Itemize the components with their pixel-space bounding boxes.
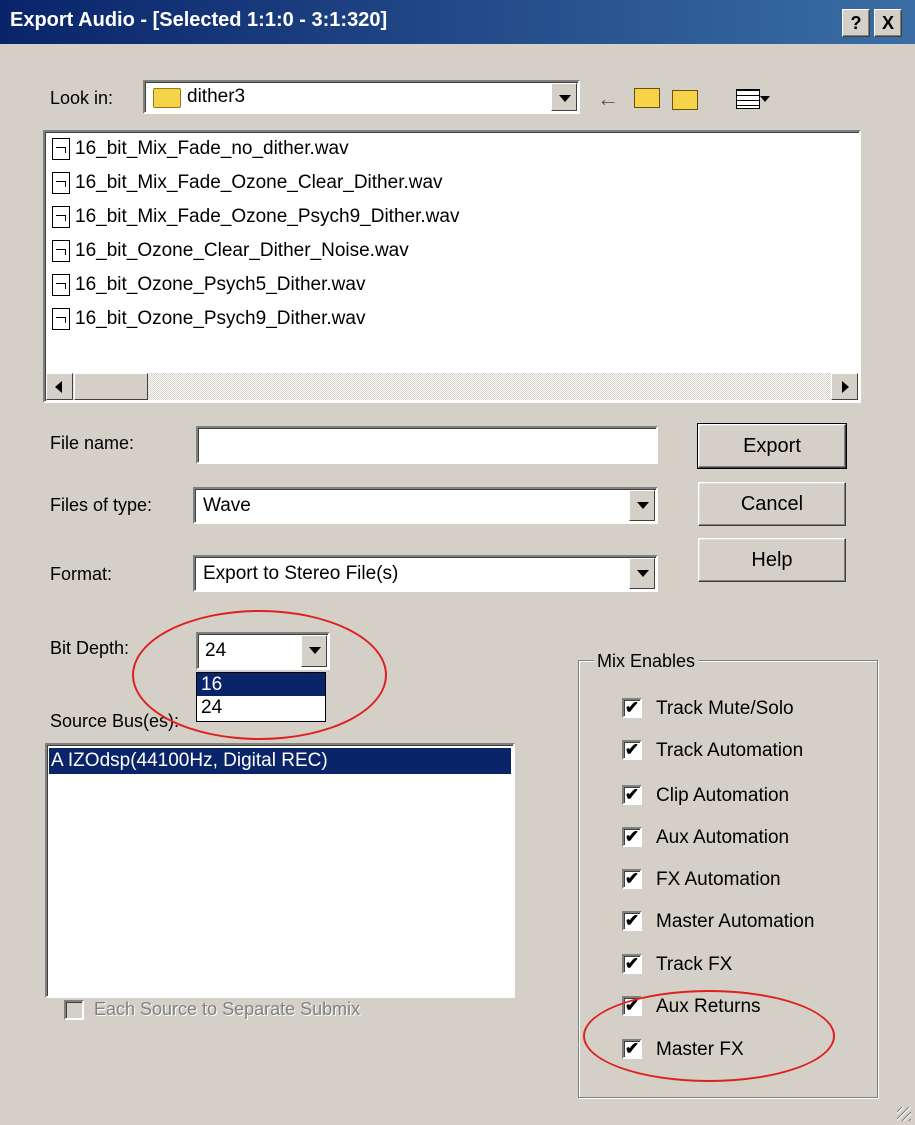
track-mute-solo-label: Track Mute/Solo — [656, 698, 794, 719]
help-title-button[interactable]: ? — [842, 9, 870, 37]
folder-icon — [153, 88, 181, 108]
scroll-right-button[interactable] — [831, 373, 858, 400]
export-button[interactable]: Export — [697, 423, 847, 469]
title-bar[interactable]: Export Audio - [Selected 1:1:0 - 3:1:320… — [0, 0, 915, 44]
chevron-down-icon[interactable] — [629, 558, 655, 589]
look-in-dropdown[interactable]: dither3 — [143, 80, 580, 114]
clip-automation-checkbox[interactable]: ✔ — [622, 785, 642, 805]
bit-depth-label: Bit Depth: — [50, 638, 130, 658]
wave-file-icon — [52, 206, 70, 228]
file-name-input[interactable] — [196, 426, 658, 464]
format-value: Export to Stereo File(s) — [203, 563, 399, 584]
list-item[interactable]: 16_bit_Ozone_Psych5_Dither.wav — [52, 274, 365, 304]
horizontal-scrollbar[interactable] — [46, 373, 858, 400]
track-automation-checkbox[interactable]: ✔ — [622, 740, 642, 760]
files-of-type-value: Wave — [203, 495, 251, 516]
list-item[interactable]: 16_bit_Mix_Fade_no_dither.wav — [52, 138, 349, 168]
wave-file-icon — [52, 308, 70, 330]
annotation-ellipse-bit-depth — [132, 610, 387, 740]
track-automation-label: Track Automation — [656, 740, 804, 761]
files-of-type-label: Files of type: — [50, 495, 153, 515]
mix-enables-title: Mix Enables — [594, 651, 699, 672]
format-dropdown[interactable]: Export to Stereo File(s) — [193, 555, 658, 592]
list-item[interactable]: 16_bit_Ozone_Psych9_Dither.wav — [52, 308, 365, 338]
scroll-left-icon — [55, 381, 62, 393]
scroll-thumb[interactable] — [74, 373, 148, 400]
view-menu-icon[interactable] — [736, 89, 760, 109]
file-name-label: File name: — [50, 433, 135, 453]
aux-automation-checkbox[interactable]: ✔ — [622, 827, 642, 847]
clip-automation-label: Clip Automation — [656, 785, 790, 806]
chevron-down-icon[interactable] — [629, 490, 655, 521]
view-menu-chevron-icon[interactable] — [760, 96, 770, 102]
look-in-label: Look in: — [50, 88, 114, 108]
close-button[interactable]: X — [874, 9, 902, 37]
list-item[interactable]: 16_bit_Mix_Fade_Ozone_Clear_Dither.wav — [52, 172, 443, 202]
wave-file-icon — [52, 274, 70, 296]
annotation-ellipse-master-fx — [583, 990, 835, 1082]
aux-automation-label: Aux Automation — [656, 827, 790, 848]
help-button[interactable]: Help — [698, 538, 846, 582]
list-item[interactable]: 16_bit_Ozone_Clear_Dither_Noise.wav — [52, 240, 409, 270]
wave-file-icon — [52, 240, 70, 262]
track-mute-solo-checkbox[interactable]: ✔ — [622, 698, 642, 718]
cancel-button[interactable]: Cancel — [698, 482, 846, 526]
scroll-right-icon — [842, 381, 849, 393]
list-item[interactable]: 16_bit_Mix_Fade_Ozone_Psych9_Dither.wav — [52, 206, 459, 236]
track-fx-label: Track FX — [656, 954, 733, 975]
new-folder-icon[interactable] — [672, 90, 698, 110]
source-bus-item[interactable]: A IZOdsp(44100Hz, Digital REC) — [49, 748, 511, 774]
fx-automation-label: FX Automation — [656, 869, 781, 890]
up-folder-icon[interactable] — [634, 88, 660, 108]
wave-file-icon — [52, 138, 70, 160]
resize-grip-icon[interactable] — [897, 1107, 911, 1121]
export-audio-dialog: Export Audio - [Selected 1:1:0 - 3:1:320… — [0, 0, 915, 1125]
master-automation-checkbox[interactable]: ✔ — [622, 911, 642, 931]
scroll-left-button[interactable] — [46, 373, 73, 400]
chevron-down-icon[interactable] — [551, 83, 577, 111]
master-automation-label: Master Automation — [656, 911, 815, 932]
look-in-value: dither3 — [187, 86, 246, 107]
wave-file-icon — [52, 172, 70, 194]
separate-submix-checkbox[interactable] — [64, 1000, 84, 1020]
window-title: Export Audio - [Selected 1:1:0 - 3:1:320… — [10, 9, 388, 31]
files-of-type-dropdown[interactable]: Wave — [193, 487, 658, 524]
format-label: Format: — [50, 564, 113, 584]
track-fx-checkbox[interactable]: ✔ — [622, 954, 642, 974]
fx-automation-checkbox[interactable]: ✔ — [622, 869, 642, 889]
separate-submix-label: Each Source to Separate Submix — [94, 999, 361, 1019]
back-icon[interactable]: ← — [597, 86, 619, 112]
source-bus-list[interactable]: A IZOdsp(44100Hz, Digital REC) — [45, 743, 515, 998]
